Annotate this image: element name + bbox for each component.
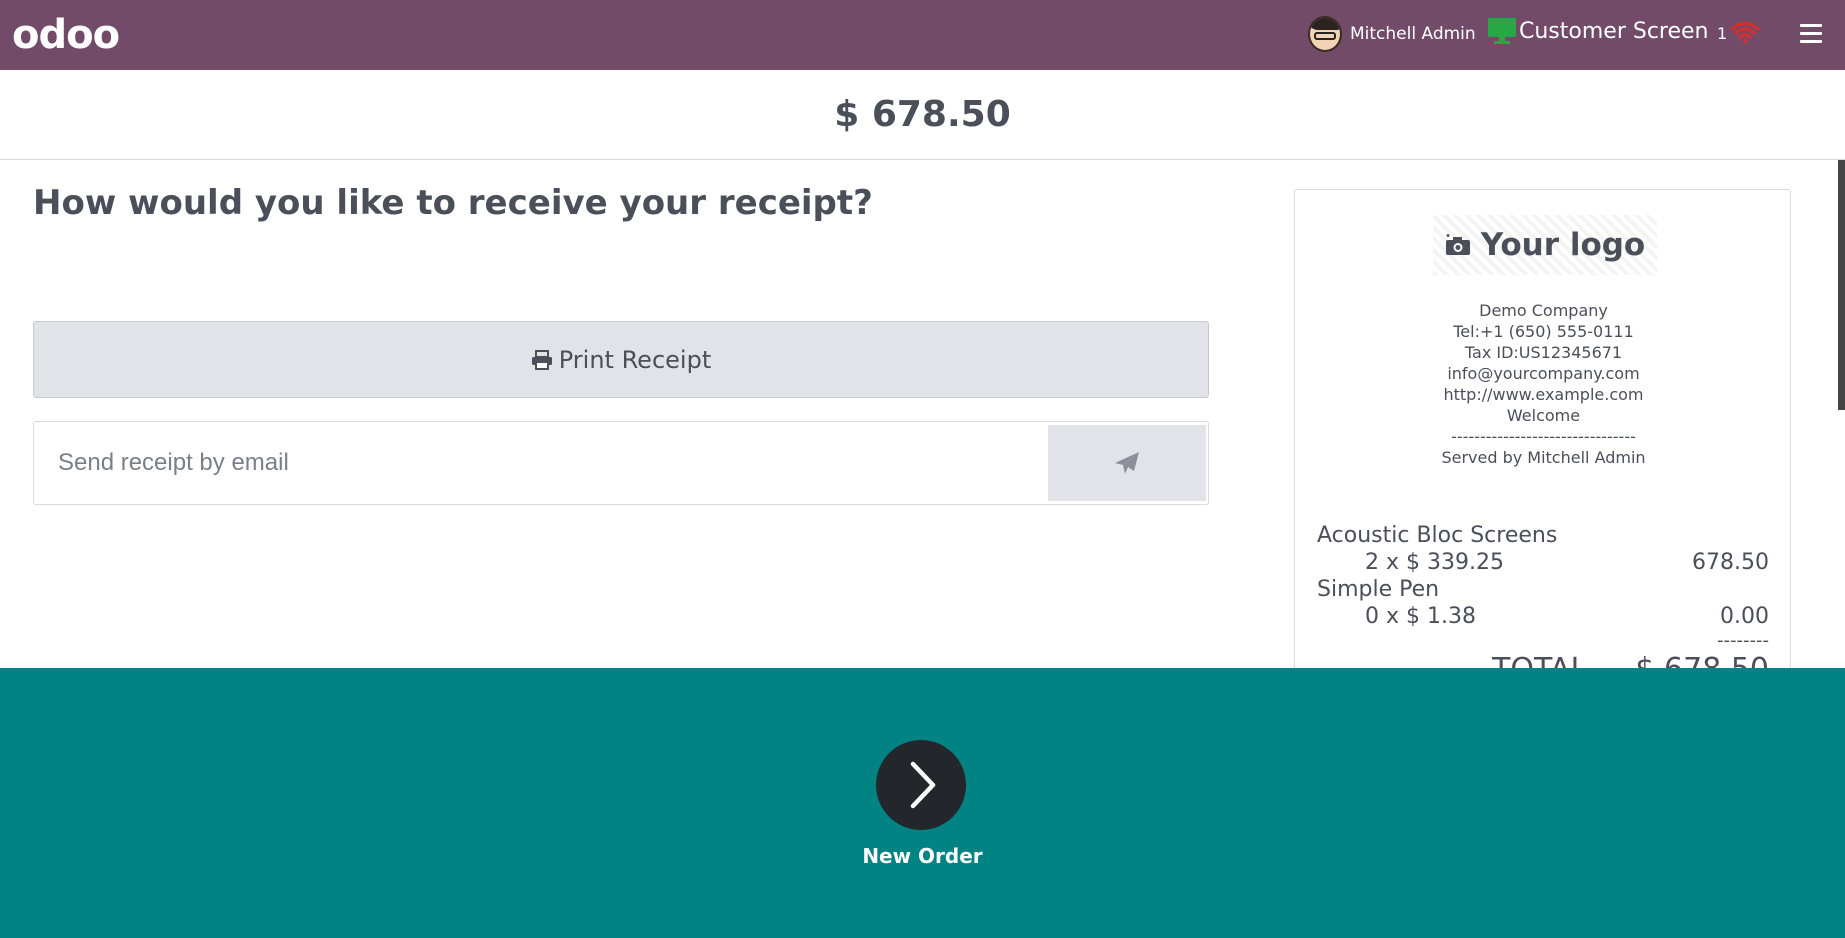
receipt-total-row: TOTAL $ 678.50 (1317, 652, 1769, 668)
company-phone: Tel:+1 (650) 555-0111 (1453, 322, 1634, 341)
line-amount: 0.00 (1720, 604, 1769, 629)
receipt-header-text: Welcome (1506, 406, 1581, 425)
total-amount: $ 678.50 (834, 94, 1011, 135)
served-by: Served by Mitchell Admin (1441, 448, 1646, 467)
camera-icon (1445, 234, 1470, 255)
validation-footer: New Order (0, 668, 1845, 938)
line-detail: 2 x $ 339.25 678.50 (1317, 549, 1769, 576)
line-qty-price: 2 x $ 339.25 (1365, 550, 1504, 575)
company-tax-id: Tax ID:US12345671 (1464, 343, 1623, 362)
user-name: Mitchell Admin (1350, 24, 1476, 44)
line-product-name: Simple Pen (1317, 577, 1440, 602)
user-menu[interactable]: Mitchell Admin (1308, 16, 1476, 52)
company-email: info@yourcompany.com (1447, 364, 1640, 383)
customer-screen-button[interactable]: Customer Screen (1488, 18, 1709, 44)
print-receipt-button[interactable]: Print Receipt (33, 321, 1209, 398)
line-detail: 0 x $ 1.38 0.00 (1317, 603, 1769, 630)
receipt-preview: Your logo Demo Company Tel:+1 (650) 555-… (1294, 189, 1791, 669)
hamburger-menu-icon[interactable] (1800, 24, 1822, 44)
top-navbar: odoo Mitchell Admin Customer Screen 1 (0, 0, 1845, 70)
avatar (1308, 16, 1342, 52)
new-order-button[interactable] (876, 740, 966, 830)
receipt-question-title: How would you like to receive your recei… (33, 183, 873, 223)
scrollbar[interactable] (1838, 160, 1845, 410)
email-input[interactable] (58, 442, 1058, 484)
company-name: Demo Company (1479, 301, 1608, 320)
customer-screen-label: Customer Screen (1519, 18, 1709, 44)
company-website: http://www.example.com (1443, 385, 1644, 404)
total-value: $ 678.50 (1635, 652, 1769, 668)
print-receipt-label: Print Receipt (558, 345, 712, 374)
new-order-label: New Order (862, 844, 983, 868)
separator: -------------------------------- (1451, 427, 1636, 446)
line-amount: 678.50 (1692, 550, 1769, 575)
chevron-right-icon (910, 761, 936, 809)
wifi-icon[interactable] (1730, 20, 1760, 44)
total-label: TOTAL (1492, 652, 1587, 668)
amount-header: $ 678.50 (0, 70, 1845, 160)
company-logo-placeholder: Your logo (1433, 215, 1657, 275)
printer-icon (531, 349, 552, 370)
send-email-button[interactable] (1048, 425, 1206, 501)
monitor-icon (1488, 18, 1516, 44)
paper-plane-icon (1115, 452, 1139, 474)
sync-count: 1 (1717, 24, 1728, 43)
logo-text: Your logo (1480, 227, 1646, 263)
line-qty-price: 0 x $ 1.38 (1365, 604, 1476, 629)
line-product-name: Acoustic Bloc Screens (1317, 523, 1558, 548)
odoo-logo[interactable]: odoo (12, 12, 120, 58)
company-info: Demo Company Tel:+1 (650) 555-0111 Tax I… (1295, 300, 1790, 468)
email-receipt-box (33, 421, 1209, 505)
order-lines: Acoustic Bloc Screens 2 x $ 339.25 678.5… (1317, 522, 1769, 668)
total-separator: -------- (1717, 630, 1769, 651)
